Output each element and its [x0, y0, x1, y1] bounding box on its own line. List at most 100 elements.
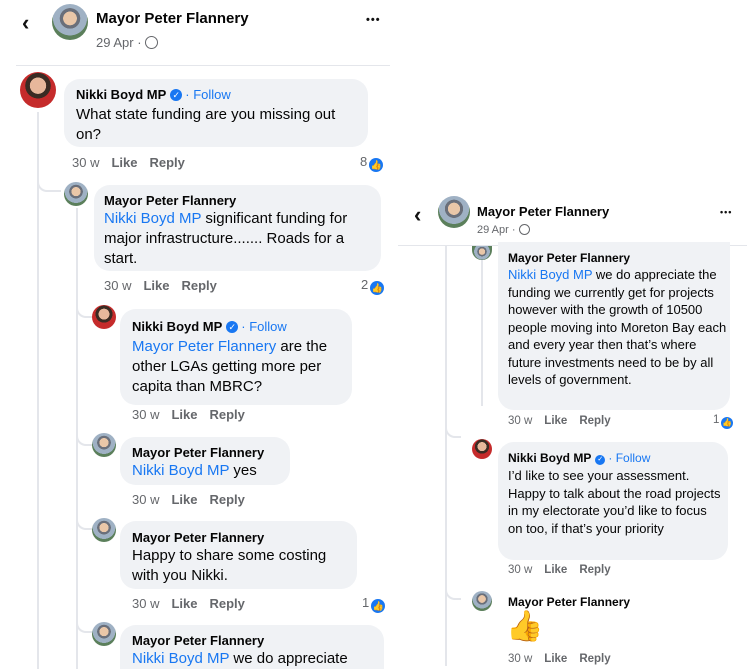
- comment-time[interactable]: 30 w: [132, 407, 159, 422]
- comment-text: Nikki Boyd MP we do appreciate the fundi…: [508, 266, 728, 389]
- author-avatar[interactable]: [52, 4, 88, 40]
- reply-button[interactable]: Reply: [181, 278, 216, 293]
- like-button[interactable]: Like: [544, 564, 567, 576]
- comment-author-name[interactable]: Mayor Peter Flannery: [508, 595, 630, 609]
- mention-link[interactable]: Nikki Boyd MP: [132, 462, 229, 479]
- reply-button[interactable]: Reply: [149, 155, 184, 170]
- comment-text: Nikki Boyd MP significant funding for ma…: [104, 209, 378, 269]
- post-date-text[interactable]: 29 Apr ·: [477, 224, 516, 236]
- follow-button[interactable]: · Follow: [241, 319, 287, 334]
- reaction-count[interactable]: 1 👍: [713, 414, 734, 429]
- thread-connector: [37, 176, 61, 192]
- avatar[interactable]: [472, 591, 492, 611]
- comment-time[interactable]: 30 w: [132, 492, 159, 507]
- avatar[interactable]: [92, 305, 116, 329]
- comment-author-name[interactable]: Nikki Boyd MP: [132, 319, 222, 334]
- avatar[interactable]: [472, 439, 492, 459]
- follow-button[interactable]: · Follow: [608, 451, 650, 465]
- reaction-count-text: 1: [713, 414, 720, 426]
- avatar[interactable]: [20, 72, 56, 108]
- comment-author-name[interactable]: Mayor Peter Flannery: [132, 445, 264, 460]
- comment-actions: 30 w Like Reply: [104, 278, 229, 293]
- comment-time[interactable]: 30 w: [104, 278, 131, 293]
- follow-button[interactable]: · Follow: [185, 87, 231, 102]
- back-icon[interactable]: ‹: [22, 12, 29, 34]
- post-date[interactable]: 29 Apr ·: [477, 224, 530, 236]
- reply-button[interactable]: Reply: [209, 407, 244, 422]
- more-options-icon[interactable]: •••: [720, 207, 732, 217]
- reaction-count[interactable]: 1 👍: [362, 595, 386, 613]
- comment-time[interactable]: 30 w: [508, 415, 532, 427]
- verified-badge-icon: ✓: [595, 455, 606, 465]
- reaction-count[interactable]: 8 👍: [360, 154, 384, 172]
- comment-author-name[interactable]: Mayor Peter Flannery: [104, 193, 236, 208]
- thread-connector: [445, 584, 461, 600]
- like-button[interactable]: Like: [544, 415, 567, 427]
- comment-author-name[interactable]: Mayor Peter Flannery: [132, 530, 264, 545]
- author-avatar[interactable]: [438, 196, 470, 228]
- like-button[interactable]: Like: [143, 278, 169, 293]
- reply-button[interactable]: Reply: [209, 492, 244, 507]
- comment-author-name[interactable]: Nikki Boyd MP: [76, 87, 166, 102]
- mention-link[interactable]: Nikki Boyd MP: [132, 650, 229, 667]
- left-screenshot: ‹ Mayor Peter Flannery 29 Apr · ••• Nikk…: [0, 0, 400, 669]
- comment-actions: 30 w Like Reply: [132, 596, 257, 611]
- reply-button[interactable]: Reply: [579, 564, 610, 576]
- comment-author[interactable]: Nikki Boyd MP ✓ · Follow: [508, 451, 650, 465]
- avatar[interactable]: [64, 182, 88, 206]
- mention-link[interactable]: Mayor Peter Flannery: [132, 338, 276, 355]
- comment-time[interactable]: 30 w: [508, 653, 532, 665]
- avatar[interactable]: [92, 622, 116, 646]
- like-button[interactable]: Like: [171, 492, 197, 507]
- avatar[interactable]: [472, 246, 492, 260]
- reply-button[interactable]: Reply: [579, 415, 610, 427]
- mention-link[interactable]: Nikki Boyd MP: [508, 267, 592, 282]
- comment-text: Mayor Peter Flannery are the other LGAs …: [132, 337, 350, 397]
- reaction-count-text: 8: [360, 154, 368, 169]
- like-button[interactable]: Like: [111, 155, 137, 170]
- comment-time[interactable]: 30 w: [72, 155, 99, 170]
- comment-time[interactable]: 30 w: [132, 596, 159, 611]
- reply-button[interactable]: Reply: [579, 653, 610, 665]
- globe-icon: [518, 224, 530, 235]
- comment-actions: 30 w Like Reply: [508, 564, 623, 576]
- comment-time[interactable]: 30 w: [508, 564, 532, 576]
- reaction-count-text: 1: [362, 595, 370, 610]
- verified-badge-icon: ✓: [226, 321, 239, 333]
- comment-actions: 30 w Like Reply: [132, 492, 257, 507]
- comment-text: Nikki Boyd MP we do appreciate: [132, 649, 382, 669]
- comment-actions: 30 w Like Reply: [508, 415, 623, 427]
- comment-author-name[interactable]: Mayor Peter Flannery: [132, 633, 264, 648]
- like-button[interactable]: Like: [171, 407, 197, 422]
- post-date-text[interactable]: 29 Apr ·: [96, 35, 142, 50]
- like-reaction-icon: 👍: [721, 417, 734, 429]
- comment-author-name[interactable]: Mayor Peter Flannery: [508, 251, 630, 265]
- more-options-icon[interactable]: •••: [366, 14, 381, 26]
- comment-text-body: we do appreciate the funding we currentl…: [508, 267, 727, 387]
- thread-line: [481, 246, 483, 406]
- like-reaction-icon: 👍: [370, 281, 385, 295]
- like-reaction-icon: 👍: [369, 158, 384, 172]
- thread-connector: [445, 422, 461, 438]
- post-author-name[interactable]: Mayor Peter Flannery: [477, 204, 609, 219]
- comment-author[interactable]: Nikki Boyd MP ✓ · Follow: [132, 319, 287, 334]
- back-icon[interactable]: ‹: [414, 204, 421, 226]
- like-reaction-icon: 👍: [371, 599, 386, 613]
- comment-text: Happy to share some costing with you Nik…: [132, 547, 327, 584]
- post-date[interactable]: 29 Apr ·: [96, 35, 158, 50]
- mention-link[interactable]: Nikki Boyd MP: [104, 210, 201, 227]
- comment-author-name[interactable]: Nikki Boyd MP: [508, 451, 591, 465]
- reaction-count[interactable]: 2 👍: [361, 277, 385, 295]
- reply-button[interactable]: Reply: [209, 596, 244, 611]
- post-author-name[interactable]: Mayor Peter Flannery: [96, 10, 249, 27]
- avatar[interactable]: [92, 433, 116, 457]
- comment-text: What state funding are you missing out o…: [76, 106, 336, 143]
- like-button[interactable]: Like: [171, 596, 197, 611]
- comment-author[interactable]: Nikki Boyd MP ✓ · Follow: [76, 87, 231, 102]
- like-button[interactable]: Like: [544, 653, 567, 665]
- comment-text: I’d like to see your assessment. Happy t…: [508, 468, 721, 536]
- header-divider: [16, 65, 390, 66]
- globe-icon: [144, 36, 158, 49]
- avatar[interactable]: [92, 518, 116, 542]
- verified-badge-icon: ✓: [170, 89, 183, 101]
